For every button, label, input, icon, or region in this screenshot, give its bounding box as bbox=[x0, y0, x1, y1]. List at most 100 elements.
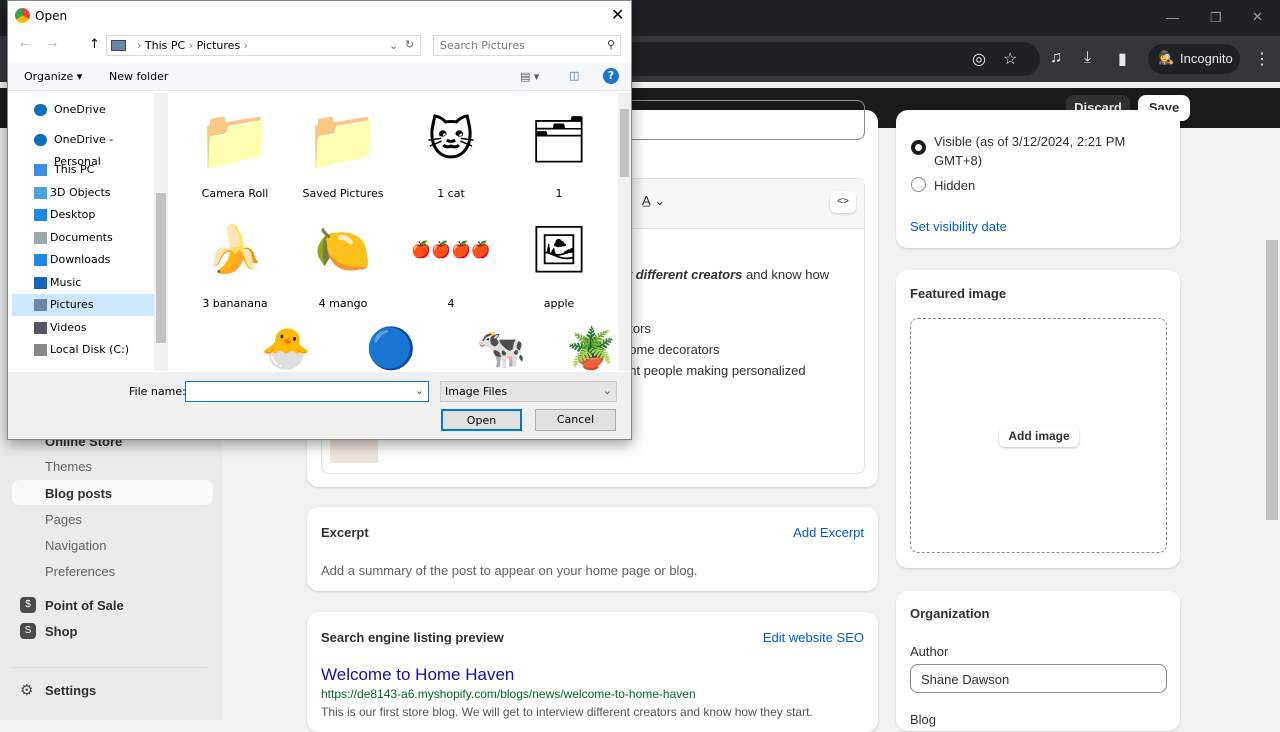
sidebar-item-shop[interactable]: Shop bbox=[45, 624, 78, 639]
star-icon[interactable]: ☆ bbox=[1003, 49, 1017, 69]
nav-item-label: OneDrive bbox=[54, 103, 106, 116]
image-thumbnail[interactable]: 🔵 bbox=[366, 325, 416, 371]
new-folder-button[interactable]: New folder bbox=[109, 70, 168, 83]
organize-label: Organize bbox=[24, 70, 74, 83]
chevron-down-icon[interactable]: ⌄ bbox=[389, 39, 398, 52]
text-color-icon[interactable]: A̲ ⌄ bbox=[642, 193, 665, 209]
nav-item-desktop[interactable]: Desktop bbox=[12, 204, 154, 226]
sidebar-item-navigation[interactable]: Navigation bbox=[45, 538, 106, 553]
sidebar-item-preferences[interactable]: Preferences bbox=[45, 564, 115, 579]
nav-item-this-pc[interactable]: This PC bbox=[12, 159, 154, 181]
nav-item-pictures[interactable]: Pictures bbox=[12, 294, 154, 316]
excerpt-hint: Add a summary of the post to appear on y… bbox=[321, 563, 698, 578]
chevron-down-icon: ⌄ bbox=[602, 384, 612, 397]
file-name-input[interactable]: ⌄ bbox=[185, 381, 429, 402]
page-scrollbar[interactable] bbox=[1264, 128, 1280, 720]
excerpt-card: Excerpt Add Excerpt Add a summary of the… bbox=[307, 507, 878, 591]
sidebar-item-blog-posts[interactable] bbox=[12, 480, 213, 505]
add-image-button[interactable]: Add image bbox=[999, 425, 1079, 447]
chevron-down-icon[interactable]: ⌄ bbox=[415, 384, 424, 397]
minimize-icon[interactable]: — bbox=[1166, 10, 1179, 25]
files-scrollbar[interactable] bbox=[618, 93, 631, 371]
file-grid: 📁 Camera Roll 📁 Saved Pictures 🐱 1 cat 🗂 1 🍌 3 ba… bbox=[171, 93, 617, 372]
hidden-radio[interactable] bbox=[911, 177, 926, 192]
nav-item-3d-objects[interactable]: 3D Objects bbox=[12, 182, 154, 204]
address-breadcrumb[interactable]: › This PC › Pictures › ⌄ ↻ bbox=[106, 35, 421, 56]
nav-item-documents[interactable]: Documents bbox=[12, 227, 154, 249]
file-item[interactable]: 🐱 1 cat bbox=[397, 97, 505, 200]
nav-item-label: 3D Objects bbox=[50, 186, 111, 199]
help-icon[interactable]: ? bbox=[603, 68, 619, 84]
breadcrumb-pictures[interactable]: Pictures bbox=[197, 39, 241, 52]
file-item[interactable]: 🗂 1 bbox=[505, 97, 613, 201]
html-code-icon[interactable]: <> bbox=[830, 191, 856, 213]
nav-item-local-disk-c-[interactable]: Local Disk (C:) bbox=[12, 339, 154, 361]
excerpt-title: Excerpt bbox=[321, 525, 369, 540]
editor-line-1: w different creators and know how bbox=[622, 267, 829, 282]
sidebar-item-themes[interactable]: Themes bbox=[45, 459, 92, 474]
author-input[interactable]: Shane Dawson bbox=[910, 664, 1167, 693]
editor-line-4: ent people making personalized bbox=[622, 363, 806, 378]
scrollbar-thumb[interactable] bbox=[1266, 240, 1278, 520]
set-visibility-date-link[interactable]: Set visibility date bbox=[910, 219, 1007, 234]
download-icon[interactable]: ⤓ bbox=[1084, 49, 1091, 67]
sidebar-item-settings[interactable]: Settings bbox=[45, 683, 96, 698]
view-options-icon[interactable]: ▤ ▾ bbox=[520, 70, 539, 83]
restore-icon[interactable]: ❐ bbox=[1210, 10, 1222, 26]
preview-pane-icon[interactable]: ◫ bbox=[569, 69, 579, 82]
nav-item-label: Local Disk (C:) bbox=[50, 343, 130, 356]
forward-icon[interactable]: → bbox=[48, 38, 57, 51]
close-icon[interactable]: ✕ bbox=[611, 5, 624, 24]
nav-item-onedrive-personal[interactable]: OneDrive - Personal bbox=[12, 129, 154, 168]
image-dropzone[interactable]: Add image bbox=[910, 318, 1167, 553]
file-item[interactable]: 📁 Camera Roll bbox=[181, 97, 289, 201]
close-window-icon[interactable]: ✕ bbox=[1252, 9, 1263, 25]
file-item[interactable]: 🖼 apple bbox=[505, 207, 613, 311]
nav-item-videos[interactable]: Videos bbox=[12, 317, 154, 339]
files-scrollbar-thumb[interactable] bbox=[620, 109, 629, 177]
image-thumbnail: 🐱 bbox=[427, 112, 475, 166]
organization-card: Organization Author Shane Dawson Blog bbox=[896, 591, 1180, 731]
file-item[interactable]: 📁 Saved Pictures bbox=[289, 97, 397, 201]
cloud-icon bbox=[34, 104, 47, 116]
file-item[interactable]: 🍎🍎🍎🍎 4 bbox=[397, 207, 505, 311]
nav-item-label: Downloads bbox=[50, 253, 111, 266]
up-icon[interactable]: ↑ bbox=[89, 37, 100, 52]
file-item[interactable]: 🍋 4 mango bbox=[289, 207, 397, 311]
sidebar-item-pages[interactable]: Pages bbox=[45, 512, 82, 527]
open-button[interactable]: Open bbox=[441, 409, 522, 431]
nav-scrollbar-thumb[interactable] bbox=[156, 193, 166, 343]
cancel-button[interactable]: Cancel bbox=[535, 409, 616, 431]
image-thumbnail[interactable]: 🪴 bbox=[566, 325, 616, 371]
visible-radio[interactable] bbox=[911, 140, 926, 155]
pictures-icon bbox=[34, 299, 47, 311]
media-icon[interactable]: ♫ bbox=[1050, 49, 1062, 67]
dialog-title: Open bbox=[35, 9, 68, 23]
menu-icon[interactable]: ⋮ bbox=[1254, 49, 1270, 69]
image-thumbnail[interactable]: 🐣 bbox=[261, 325, 311, 371]
side-panel-icon[interactable]: ▮ bbox=[1118, 49, 1127, 69]
sidebar-item-point-of-sale[interactable]: Point of Sale bbox=[45, 598, 124, 613]
nav-item-downloads[interactable]: Downloads bbox=[12, 249, 154, 271]
organize-button[interactable]: Organize ▾ bbox=[24, 70, 82, 83]
refresh-icon[interactable]: ↻ bbox=[405, 38, 414, 51]
eye-off-icon[interactable]: ◎ bbox=[972, 49, 986, 69]
file-item[interactable]: 🍌 3 bananana bbox=[181, 207, 289, 311]
search-input[interactable]: Search Pictures ⚲ bbox=[433, 35, 621, 56]
file-name: apple bbox=[543, 297, 575, 310]
file-type-select[interactable]: Image Files ⌄ bbox=[440, 381, 617, 402]
file-type-value: Image Files bbox=[445, 385, 508, 398]
seo-url: https://de8143-a6.myshopify.com/blogs/ne… bbox=[321, 687, 696, 701]
disk-icon bbox=[34, 344, 47, 356]
nav-item-onedrive[interactable]: OneDrive bbox=[12, 99, 154, 121]
breadcrumb-this-pc[interactable]: This PC bbox=[145, 39, 185, 52]
edit-seo-link[interactable]: Edit website SEO bbox=[763, 630, 864, 645]
add-excerpt-link[interactable]: Add Excerpt bbox=[793, 525, 864, 540]
image-thumbnail[interactable]: 🐄 bbox=[476, 325, 526, 371]
nav-scrollbar[interactable] bbox=[154, 93, 168, 371]
computer-icon bbox=[34, 164, 47, 176]
incognito-badge[interactable]: 🕵 Incognito bbox=[1148, 44, 1240, 74]
nav-item-music[interactable]: Music bbox=[12, 272, 154, 294]
back-icon[interactable]: ← bbox=[20, 38, 29, 51]
search-icon: ⚲ bbox=[606, 38, 615, 51]
